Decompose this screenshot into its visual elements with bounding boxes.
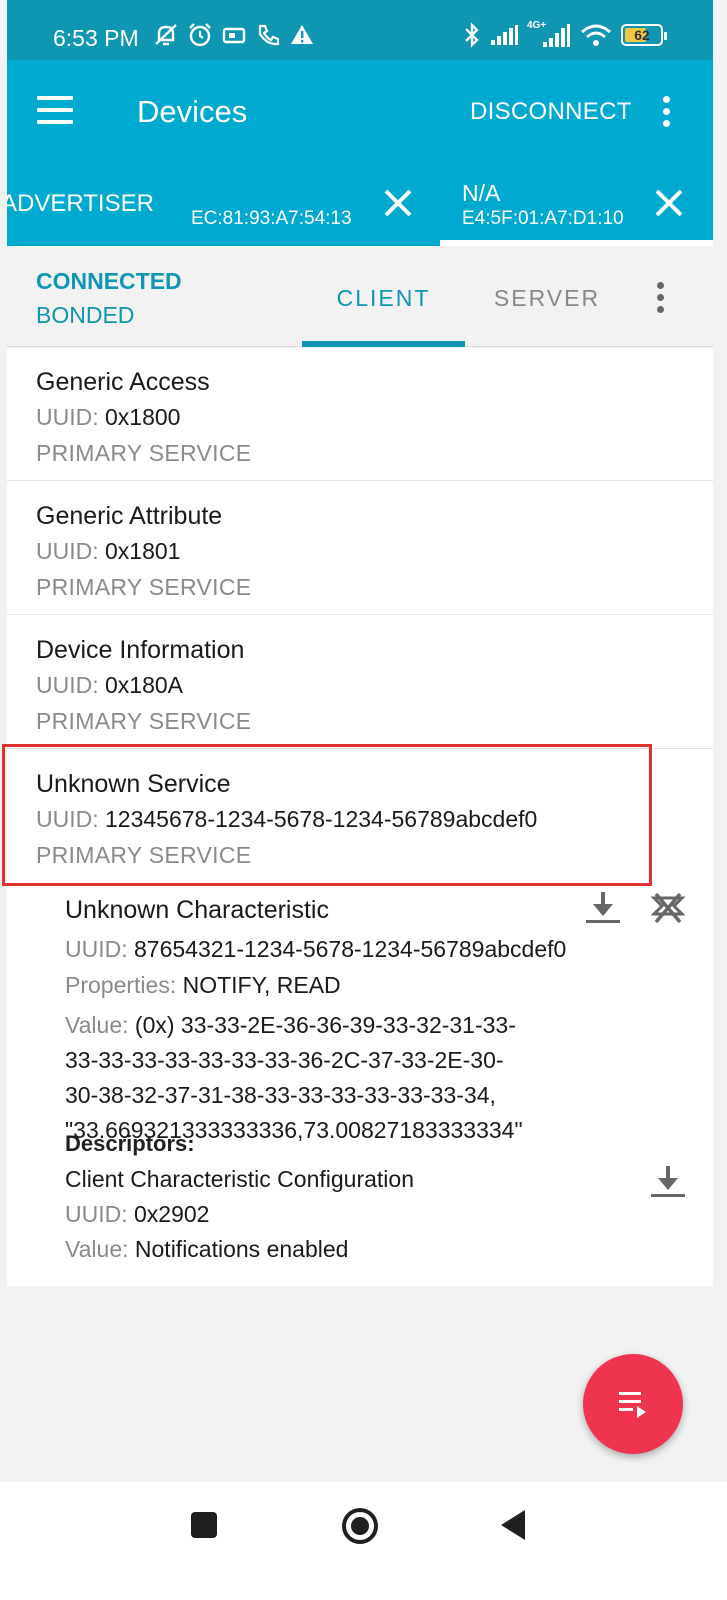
battery-percent: 62 xyxy=(634,27,650,43)
service-type: PRIMARY SERVICE xyxy=(36,708,252,734)
characteristic-properties: Properties: NOTIFY, READ xyxy=(65,972,341,998)
read-download-icon[interactable] xyxy=(585,890,621,926)
call-forward-icon xyxy=(258,24,280,46)
page-title: Devices xyxy=(137,94,248,129)
descriptor-value: Value: Notifications enabled xyxy=(65,1236,349,1262)
overflow-menu-icon[interactable] xyxy=(663,96,670,127)
tab-server[interactable]: SERVER xyxy=(467,285,627,312)
characteristic-name: Unknown Characteristic xyxy=(65,896,329,924)
descriptor-read-download-icon[interactable] xyxy=(650,1164,686,1200)
log-fab-button[interactable] xyxy=(583,1354,683,1454)
service-name: Generic Access xyxy=(36,368,210,396)
descriptor-uuid: UUID: 0x2902 xyxy=(65,1201,210,1227)
descriptor-name: Client Characteristic Configuration xyxy=(65,1166,414,1192)
close-icon[interactable] xyxy=(654,188,684,218)
back-button[interactable] xyxy=(501,1510,525,1540)
service-type: PRIMARY SERVICE xyxy=(36,440,252,466)
client-overflow-menu-icon[interactable] xyxy=(657,282,664,313)
status-bar: 6:53 PM 4G+ 62 xyxy=(7,0,713,60)
battery-icon: 62 xyxy=(621,24,667,46)
service-item-device-information[interactable]: Device Information UUID: 0x180A PRIMARY … xyxy=(7,616,713,749)
close-icon[interactable] xyxy=(383,188,413,218)
service-name: Generic Attribute xyxy=(36,502,223,530)
signal-icon xyxy=(491,25,518,45)
service-uuid: UUID: 0x180A xyxy=(36,672,184,698)
status-notification-icons xyxy=(153,22,315,48)
service-uuid: UUID: 0x1800 xyxy=(36,404,181,430)
mute-icon xyxy=(155,24,177,46)
signal-4g-icon: 4G+ xyxy=(527,20,571,48)
recents-button[interactable] xyxy=(191,1512,217,1538)
connection-state: CONNECTED xyxy=(36,268,182,294)
warning-icon xyxy=(291,25,313,44)
status-system-icons: 4G+ 62 xyxy=(463,20,667,48)
tab-client[interactable]: CLIENT xyxy=(302,246,465,347)
service-uuid: UUID: 0x1801 xyxy=(36,538,181,564)
service-item-generic-attribute[interactable]: Generic Attribute UUID: 0x1801 PRIMARY S… xyxy=(7,482,713,615)
alarm-icon xyxy=(189,23,211,47)
tab-indicator xyxy=(302,341,465,347)
service-name: Device Information xyxy=(36,636,245,664)
status-time: 6:53 PM xyxy=(53,25,139,51)
characteristic-uuid: UUID: 87654321-1234-5678-1234-56789abcde… xyxy=(65,936,567,962)
descriptors-heading: Descriptors: xyxy=(65,1131,195,1156)
device-tab-name: ADVERTISER xyxy=(7,190,154,217)
notifications-disable-icon[interactable] xyxy=(650,890,686,926)
service-item-generic-access[interactable]: Generic Access UUID: 0x1800 PRIMARY SERV… xyxy=(7,348,713,481)
device-tab-name: N/A xyxy=(462,180,501,206)
disconnect-button[interactable]: DISCONNECT xyxy=(470,98,632,126)
device-tab-address: EC:81:93:A7:54:13 xyxy=(191,208,352,229)
system-nav-bar xyxy=(0,1482,727,1600)
highlight-box xyxy=(2,744,652,886)
nfc-icon xyxy=(222,27,246,44)
home-button[interactable] xyxy=(342,1508,378,1544)
menu-icon[interactable] xyxy=(37,96,77,124)
wifi-icon xyxy=(581,24,611,46)
device-tab-address: E4:5F:01:A7:D1:10 xyxy=(462,208,624,229)
characteristic-value: Value: (0x) 33-33-2E-36-36-39-33-32-31-3… xyxy=(65,1012,523,1143)
app-bar: Devices DISCONNECT xyxy=(7,60,713,166)
bond-state: BONDED xyxy=(36,302,135,328)
tab-client-label: CLIENT xyxy=(336,285,431,311)
tab-server-label: SERVER xyxy=(493,285,601,311)
bluetooth-icon xyxy=(465,22,479,48)
device-tabs: ADVERTISER EC:81:93:A7:54:13 N/A E4:5F:0… xyxy=(7,166,713,246)
service-type: PRIMARY SERVICE xyxy=(36,574,252,600)
connection-header: CONNECTED BONDED CLIENT SERVER xyxy=(7,246,713,347)
